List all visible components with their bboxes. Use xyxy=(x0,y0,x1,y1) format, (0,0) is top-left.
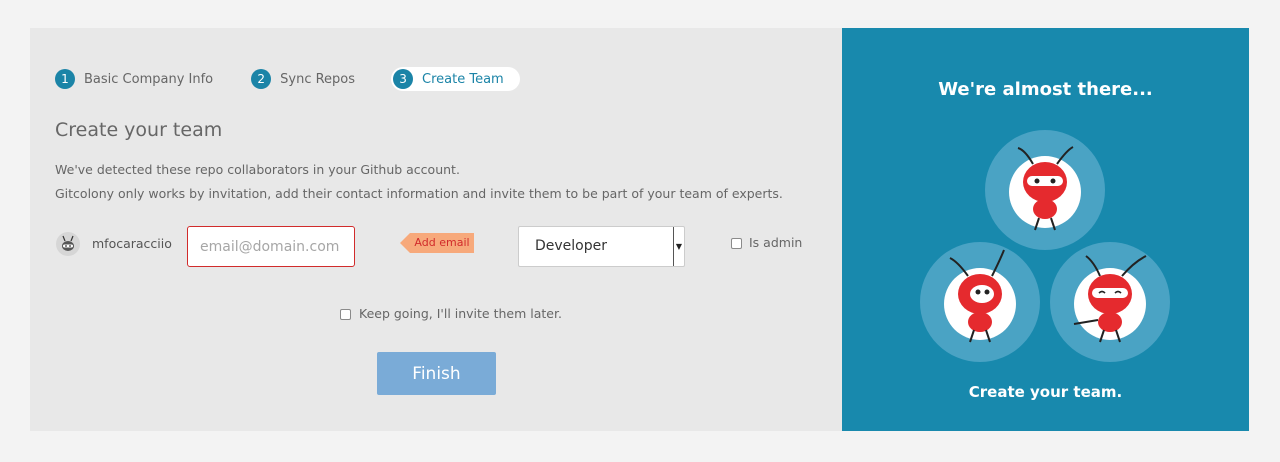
step-basic-company-info[interactable]: 1 Basic Company Info xyxy=(55,67,213,91)
avatar xyxy=(56,232,80,256)
is-admin-label: Is admin xyxy=(749,235,803,250)
step-number: 2 xyxy=(251,69,272,89)
step-label: Sync Repos xyxy=(280,71,356,87)
step-create-team[interactable]: 3 Create Team xyxy=(391,67,520,91)
role-selected-value: Developer xyxy=(535,238,608,254)
step-label: Basic Company Info xyxy=(84,71,214,87)
create-team-panel: 1 Basic Company Info 2 Sync Repos 3 Crea… xyxy=(30,28,842,431)
ant-mascot-icon xyxy=(1050,242,1170,362)
description-line-1: We've detected these repo collaborators … xyxy=(55,162,460,177)
sidebar-panel: We're almost there... Create your team. xyxy=(842,28,1249,431)
is-admin-checkbox[interactable] xyxy=(731,238,742,249)
ant-mascot-icon xyxy=(920,242,1040,362)
email-field[interactable] xyxy=(187,226,355,267)
keep-going-checkbox[interactable] xyxy=(340,309,351,320)
finish-button[interactable]: Finish xyxy=(377,352,496,395)
wizard-steps: 1 Basic Company Info 2 Sync Repos 3 Crea… xyxy=(55,67,558,91)
sidebar-title: We're almost there... xyxy=(938,79,1153,100)
error-badge-text: Add email xyxy=(414,236,470,249)
description-line-2: Gitcolony only works by invitation, add … xyxy=(55,186,783,201)
step-label: Create Team xyxy=(422,71,504,87)
sidebar-subtitle: Create your team. xyxy=(968,383,1123,401)
step-number: 1 xyxy=(55,69,75,89)
keep-going-label: Keep going, I'll invite them later. xyxy=(359,306,562,321)
add-email-error-badge: Add email xyxy=(400,233,474,253)
page-title: Create your team xyxy=(55,119,223,141)
role-select[interactable]: Developer ▼ xyxy=(518,226,685,267)
collaborator-username: mfocaracciio xyxy=(92,236,172,251)
dropdown-arrow-icon[interactable]: ▼ xyxy=(673,227,684,266)
ant-mascot-icon xyxy=(985,130,1105,250)
step-sync-repos[interactable]: 2 Sync Repos xyxy=(251,67,355,91)
ant-avatar-icon xyxy=(62,235,74,251)
step-number: 3 xyxy=(393,69,414,89)
